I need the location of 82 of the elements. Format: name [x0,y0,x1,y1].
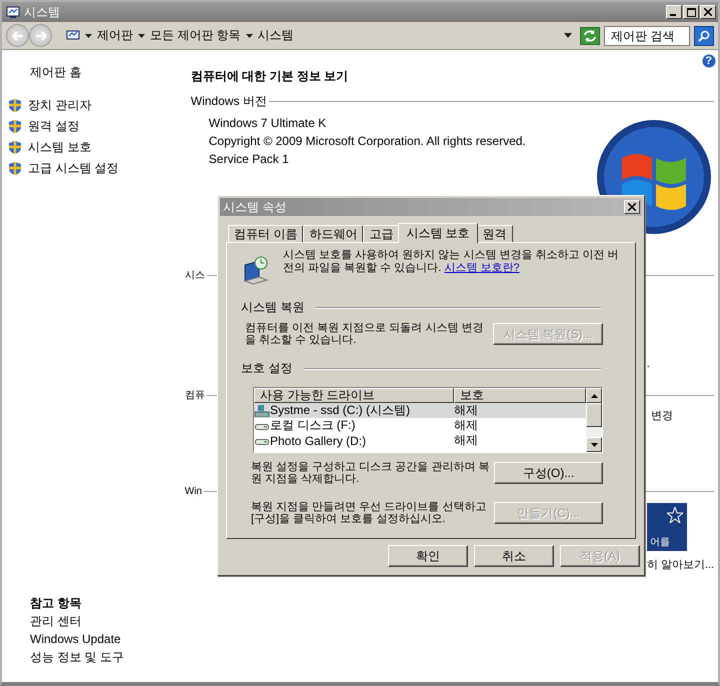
section-heading: 시스 [184,269,205,282]
shield-icon [8,119,22,134]
promo-tile[interactable]: 어를 [646,503,687,551]
section-heading: 컴퓨 [184,389,205,402]
forward-button[interactable] [29,24,52,47]
configure-button[interactable]: 구성(O)... [494,462,603,484]
maximize-button[interactable] [683,5,699,19]
sidebar-link[interactable]: 시스템 보호 [28,139,92,156]
info-text: 히 알아보기... [646,558,714,572]
disk-drive-icon [254,436,270,444]
edition-text: Service Pack 1 [208,151,290,168]
page-heading: 컴퓨터에 대한 기본 정보 보기 [190,68,350,85]
star-icon [666,507,683,523]
shield-icon [8,140,22,155]
address-field[interactable]: 제어판 모든 제어판 항목 시스템 [66,24,576,46]
sidebar-link[interactable]: 제어판 홈 [8,64,185,81]
scroll-up-arrow-icon[interactable] [590,394,598,398]
search-icon [698,30,710,42]
dialog-button[interactable]: 확인 [388,545,468,567]
sidebar-link[interactable]: 원격 설정 [28,118,80,135]
see-also-link[interactable]: 관리 센터 [8,612,185,630]
sidebar-link[interactable]: 장치 관리자 [28,97,92,114]
group-heading: 보호 설정 [241,360,292,377]
scroll-down-arrow-icon[interactable] [590,442,598,446]
forward-arrow-icon [34,30,46,40]
edition-text: Copyright © 2009 Microsoft Corporation. All rights reserved. [208,133,527,150]
section-heading: Win [184,486,202,497]
close-button[interactable] [624,200,640,214]
caret-icon[interactable] [246,34,253,38]
search-button[interactable] [694,26,714,46]
shield-icon [8,98,22,113]
sidebar-link[interactable]: 고급 시스템 설정 [28,160,119,177]
computer-restore-icon [241,255,271,285]
caret-icon[interactable] [138,34,145,38]
dialog-title: 시스템 속성 [223,198,286,216]
info-text: . [646,358,650,370]
description-text: 시스템 보호를 사용하여 원하지 않는 시스템 변경을 취소하고 이전 버전의 파일을 복원할 수 있습니다. 시스템 보호란? [283,249,620,275]
description-text: 복원 지점을 만들려면 우선 드라이브를 선택하고 [구성]을 클릭하여 보호를 설정하십시오. [250,501,488,525]
column-header[interactable]: 보호 [454,388,586,403]
drive-row[interactable]: Systme - ssd (C:) (시스템) 해제 [254,403,586,418]
dialog-button[interactable]: 취소 [474,545,554,567]
see-also-link[interactable]: Windows Update [8,630,185,648]
help-link[interactable]: 시스템 보호란? [444,262,520,274]
system-drive-icon [254,404,270,417]
breadcrumb-link[interactable]: 모든 제어판 항목 [150,27,241,44]
help-icon[interactable] [702,54,716,68]
breadcrumb-link[interactable]: 제어판 [97,27,133,44]
column-header[interactable]: 사용 가능한 드라이브 [254,388,454,403]
back-arrow-icon [12,30,24,40]
section-heading: Windows 버전 [190,93,267,110]
search-field[interactable]: 제어판 검색 [604,26,690,46]
description-text: 컴퓨터를 이전 복원 지점으로 되돌려 시스템 변경을 취소할 수 있습니다. [244,322,484,346]
minimize-button[interactable] [666,5,682,19]
control-panel-icon [66,30,80,42]
tab[interactable]: 시스템 보호 [398,223,478,243]
disk-drive-icon [254,422,270,430]
drive-row[interactable]: Photo Gallery (D:) 해제 [254,433,586,448]
maximize-icon [686,8,696,16]
see-also-heading: 참고 항목 [29,595,82,612]
close-icon [704,8,712,16]
tab[interactable]: 고급 [363,225,400,242]
refresh-button[interactable] [580,26,600,44]
refresh-icon [583,30,597,42]
group-heading: 시스템 복원 [241,299,304,316]
back-button[interactable] [6,24,29,47]
close-icon [628,203,636,211]
info-text: 변경 [650,409,673,423]
drive-row[interactable]: 로컬 디스크 (F:) 해제 [254,418,586,433]
breadcrumb-link[interactable]: 시스템 [258,27,294,44]
tab[interactable]: 하드웨어 [303,225,364,242]
dropdown-caret-icon[interactable] [564,33,572,38]
close-button[interactable] [700,5,716,19]
scrollbar[interactable] [586,388,602,452]
shield-icon [8,161,22,176]
computer-icon [6,6,20,18]
description-text: 복원 설정을 구성하고 디스크 공간을 관리하며 복원 지점을 삭제합니다. [250,461,490,485]
tab[interactable]: 원격 [476,225,513,242]
edition-text: Windows 7 Ultimate K [208,115,328,132]
caret-icon[interactable] [85,34,92,38]
see-also-link[interactable]: 성능 정보 및 도구 [8,648,185,666]
tab[interactable]: 컴퓨터 이름 [228,225,304,242]
window-title: 시스템 [24,4,60,20]
